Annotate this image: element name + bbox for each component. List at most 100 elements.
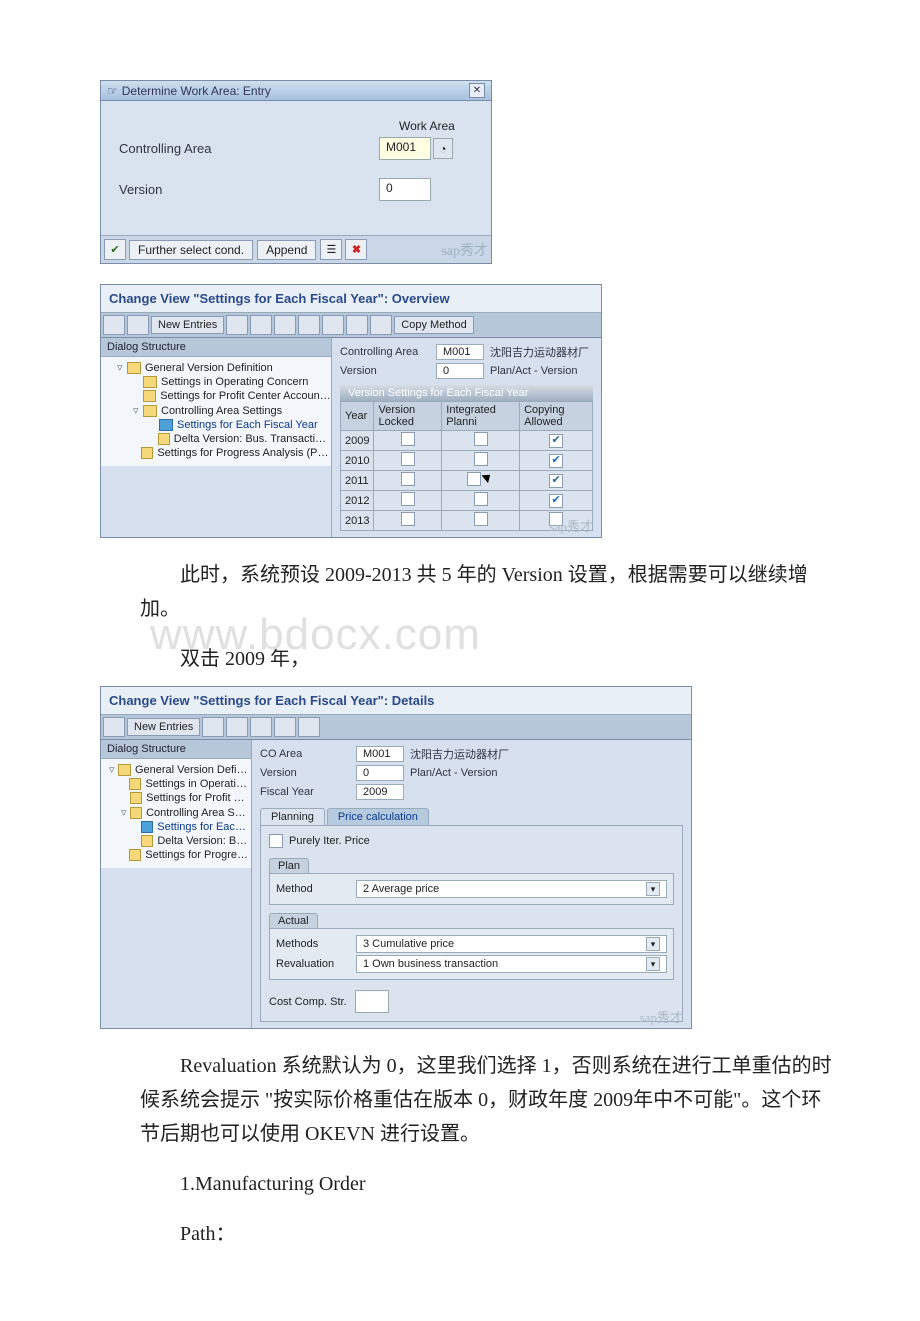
append-button[interactable]: Append: [257, 240, 316, 260]
copy-icon[interactable]: [202, 717, 224, 737]
ver-value: 0: [436, 363, 484, 379]
locked-checkbox[interactable]: [401, 452, 415, 466]
dialog-determine-work-area: ☞ Determine Work Area: Entry ✕ Work Area…: [100, 80, 492, 264]
tree-node-progress[interactable]: Settings for Progress Anal: [105, 848, 251, 862]
tab-planning[interactable]: Planning: [260, 808, 325, 825]
f4-help-icon[interactable]: ◔: [433, 138, 453, 159]
note-icon[interactable]: ☰: [320, 239, 342, 260]
dropdown-icon[interactable]: ▾: [646, 882, 660, 896]
cell-year: 2013: [341, 511, 374, 531]
copy-icon[interactable]: [226, 315, 248, 335]
select-all-icon[interactable]: [298, 315, 320, 335]
tree-node-profit[interactable]: Settings for Profit Center Accounting: [105, 389, 331, 403]
new-entries-button[interactable]: New Entries: [127, 718, 200, 736]
save-icon[interactable]: [226, 717, 248, 737]
paragraph-2: 双击 2009 年，: [140, 642, 840, 676]
integrated-checkbox[interactable]: [474, 432, 488, 446]
method-label: Method: [276, 883, 356, 895]
cost-comp-input[interactable]: [355, 990, 389, 1013]
version-value: 0: [356, 765, 404, 781]
tree-node-operating[interactable]: Settings in Operating Con: [105, 777, 251, 791]
actual-subhead: Actual: [269, 913, 318, 928]
fiscal-year-value[interactable]: 2009: [356, 784, 404, 800]
dialog-title: Determine Work Area: Entry: [122, 84, 271, 98]
tree-panel: Dialog Structure ▿General Version Defini…: [101, 740, 252, 1028]
undo-icon[interactable]: [274, 315, 296, 335]
tree-header: Dialog Structure: [101, 740, 251, 759]
dropdown-icon[interactable]: ▾: [646, 937, 660, 951]
paragraph-1: 此时，系统预设 2009-2013 共 5 年的 Version 设置，根据需要…: [140, 558, 840, 626]
integrated-checkbox[interactable]: [474, 512, 488, 526]
pencil-icon[interactable]: [103, 717, 125, 737]
tree-node-controlling[interactable]: ▿Controlling Area Settings: [105, 403, 331, 418]
new-entries-button[interactable]: New Entries: [151, 316, 224, 334]
tree-node-delta[interactable]: Delta Version: Bus. Transactions from: [105, 432, 331, 446]
revaluation-select[interactable]: 1 Own business transaction▾: [356, 955, 667, 973]
watermark-text: sap秀才: [640, 1007, 683, 1026]
tab-price-calculation[interactable]: Price calculation: [327, 808, 429, 825]
co-area-value: M001: [356, 746, 404, 762]
window-icon: ☞: [107, 84, 118, 98]
tree-node-general[interactable]: ▿General Version Definition: [105, 360, 331, 375]
version-input[interactable]: 0: [379, 178, 431, 201]
co-area-label: CO Area: [260, 748, 356, 760]
plan-subhead: Plan: [269, 858, 309, 873]
method-select[interactable]: 2 Average price▾: [356, 880, 667, 898]
integrated-checkbox[interactable]: [467, 472, 481, 486]
purely-iter-checkbox[interactable]: [269, 834, 283, 848]
dropdown-icon[interactable]: ▾: [646, 957, 660, 971]
copy-method-button[interactable]: Copy Method: [394, 316, 473, 334]
locked-checkbox[interactable]: [401, 492, 415, 506]
undo-icon[interactable]: [250, 717, 272, 737]
confirm-icon[interactable]: ✔: [104, 239, 126, 260]
details-window: Change View "Settings for Each Fiscal Ye…: [100, 686, 692, 1029]
copying-checkbox[interactable]: ✔: [549, 454, 563, 468]
pencil-icon[interactable]: [103, 315, 125, 335]
glasses-icon[interactable]: [127, 315, 149, 335]
integrated-checkbox[interactable]: [474, 492, 488, 506]
deselect-icon[interactable]: [322, 315, 344, 335]
print-icon[interactable]: [346, 315, 368, 335]
methods-select[interactable]: 3 Cumulative price▾: [356, 935, 667, 953]
tree-node-fiscal-year[interactable]: Settings for Each Fiscal Year: [105, 418, 331, 432]
cell-year: 2011: [341, 471, 374, 491]
controlling-area-input[interactable]: M001: [379, 137, 431, 160]
co-area-text: 沈阳吉力运动器材厂: [410, 746, 509, 762]
copying-checkbox[interactable]: ✔: [549, 494, 563, 508]
ver-text: Plan/Act - Version: [490, 365, 577, 377]
col-year: Year: [341, 402, 374, 431]
paragraph-4: 1.Manufacturing Order: [140, 1167, 840, 1201]
locked-checkbox[interactable]: [401, 472, 415, 486]
cancel-icon[interactable]: ✖: [345, 239, 367, 260]
ver-label: Version: [340, 365, 436, 377]
methods-label: Methods: [276, 938, 356, 950]
tree-node-general[interactable]: ▿General Version Definition: [105, 762, 251, 777]
dialog-titlebar: ☞ Determine Work Area: Entry ✕: [101, 81, 491, 101]
paragraph-5: Path：: [140, 1217, 840, 1251]
table-row[interactable]: 2011 ✔: [341, 471, 593, 491]
cell-year: 2009: [341, 431, 374, 451]
paragraph-3: Revaluation 系统默认为 0，这里我们选择 1，否则系统在进行工单重估…: [140, 1049, 840, 1151]
tree-node-progress[interactable]: Settings for Progress Analysis (Project …: [105, 446, 331, 460]
save-icon[interactable]: [250, 315, 272, 335]
tree-node-delta[interactable]: Delta Version: Bus. Tra: [105, 834, 251, 848]
layout-icon[interactable]: [370, 315, 392, 335]
copying-checkbox[interactable]: ✔: [549, 474, 563, 488]
table-row[interactable]: 2009 ✔: [341, 431, 593, 451]
further-select-button[interactable]: Further select cond.: [129, 240, 253, 260]
close-icon[interactable]: ✕: [469, 83, 485, 98]
integrated-checkbox[interactable]: [474, 452, 488, 466]
tree-node-operating[interactable]: Settings in Operating Concern: [105, 375, 331, 389]
next-icon[interactable]: [298, 717, 320, 737]
locked-checkbox[interactable]: [401, 432, 415, 446]
prev-icon[interactable]: [274, 717, 296, 737]
table-row[interactable]: 2010✔: [341, 451, 593, 471]
col-integrated: Integrated Planni: [442, 402, 520, 431]
tree-node-profit[interactable]: Settings for Profit Center: [105, 791, 251, 805]
copying-checkbox[interactable]: ✔: [549, 434, 563, 448]
table-row[interactable]: 2012✔: [341, 491, 593, 511]
locked-checkbox[interactable]: [401, 512, 415, 526]
tree-node-controlling[interactable]: ▿Controlling Area Settings: [105, 805, 251, 820]
controlling-area-label: Controlling Area: [119, 141, 379, 156]
tree-node-fiscal-year[interactable]: Settings for Each Fisca: [105, 820, 251, 834]
